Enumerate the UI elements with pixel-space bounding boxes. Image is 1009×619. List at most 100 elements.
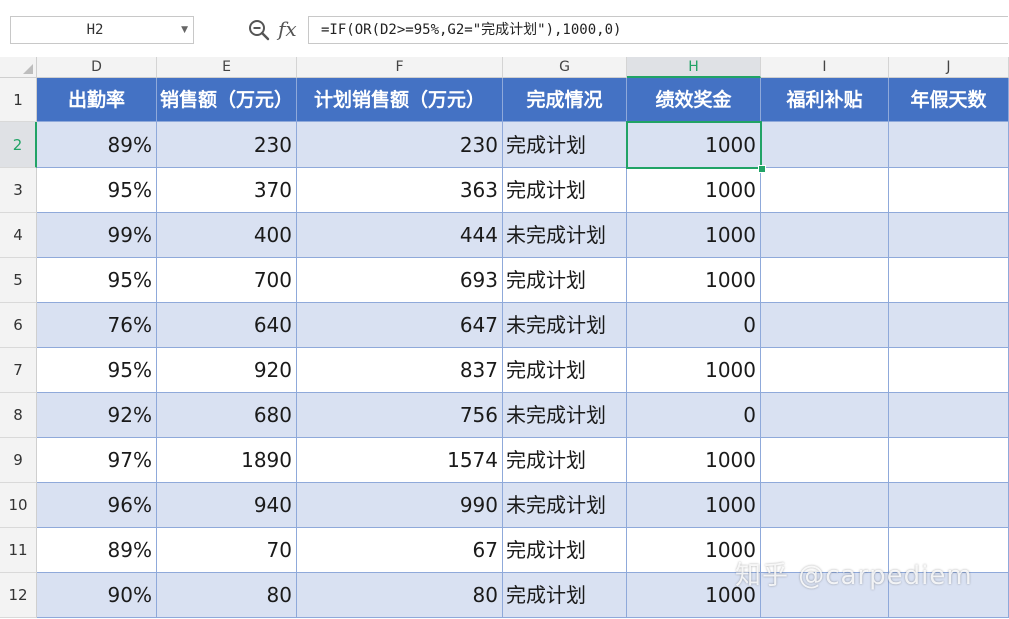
cell-i2[interactable]	[761, 122, 889, 168]
cell-d10[interactable]: 96%	[37, 483, 157, 528]
cell-f10[interactable]: 990	[297, 483, 503, 528]
cell-h7[interactable]: 1000	[627, 348, 761, 393]
cell-g3[interactable]: 完成计划	[503, 168, 627, 213]
cell-e9[interactable]: 1890	[157, 438, 297, 483]
cell-d4[interactable]: 99%	[37, 213, 157, 258]
cell-i4[interactable]	[761, 213, 889, 258]
name-box[interactable]: H2 ▼	[10, 16, 194, 44]
cell-d2[interactable]: 89%	[37, 122, 157, 168]
cell-d7[interactable]: 95%	[37, 348, 157, 393]
cell-f4[interactable]: 444	[297, 213, 503, 258]
cell-j3[interactable]	[889, 168, 1009, 213]
cell-i9[interactable]	[761, 438, 889, 483]
cell-e2[interactable]: 230	[157, 122, 297, 168]
cell-e12[interactable]: 80	[157, 573, 297, 618]
cell-e7[interactable]: 920	[157, 348, 297, 393]
cell-j9[interactable]	[889, 438, 1009, 483]
row-header-9[interactable]: 9	[0, 438, 37, 483]
cell-g11[interactable]: 完成计划	[503, 528, 627, 573]
column-header-g[interactable]: G	[503, 57, 627, 78]
cell-d9[interactable]: 97%	[37, 438, 157, 483]
cell-h5[interactable]: 1000	[627, 258, 761, 303]
cell-j4[interactable]	[889, 213, 1009, 258]
zoom-formula-icon[interactable]	[247, 18, 271, 42]
cell-f6[interactable]: 647	[297, 303, 503, 348]
header-cell-e[interactable]: 销售额（万元）	[157, 78, 297, 122]
header-cell-h[interactable]: 绩效奖金	[627, 78, 761, 122]
row-header-4[interactable]: 4	[0, 213, 37, 258]
cell-i5[interactable]	[761, 258, 889, 303]
cell-f5[interactable]: 693	[297, 258, 503, 303]
cell-f2[interactable]: 230	[297, 122, 503, 168]
cell-e4[interactable]: 400	[157, 213, 297, 258]
cell-g2[interactable]: 完成计划	[503, 122, 627, 168]
column-header-e[interactable]: E	[157, 57, 297, 78]
cell-d8[interactable]: 92%	[37, 393, 157, 438]
cell-j8[interactable]	[889, 393, 1009, 438]
row-header-3[interactable]: 3	[0, 168, 37, 213]
header-cell-j[interactable]: 年假天数	[889, 78, 1009, 122]
fx-icon[interactable]: fx	[278, 16, 297, 42]
cell-g8[interactable]: 未完成计划	[503, 393, 627, 438]
cell-f9[interactable]: 1574	[297, 438, 503, 483]
cell-e5[interactable]: 700	[157, 258, 297, 303]
cell-e6[interactable]: 640	[157, 303, 297, 348]
row-header-12[interactable]: 12	[0, 573, 37, 618]
cell-e8[interactable]: 680	[157, 393, 297, 438]
cell-g9[interactable]: 完成计划	[503, 438, 627, 483]
cell-j6[interactable]	[889, 303, 1009, 348]
fill-handle[interactable]	[758, 165, 766, 173]
cell-g7[interactable]: 完成计划	[503, 348, 627, 393]
row-header-1[interactable]: 1	[0, 78, 37, 122]
row-header-10[interactable]: 10	[0, 483, 37, 528]
cell-h4[interactable]: 1000	[627, 213, 761, 258]
row-header-7[interactable]: 7	[0, 348, 37, 393]
cell-h3[interactable]: 1000	[627, 168, 761, 213]
column-header-f[interactable]: F	[297, 57, 503, 78]
cell-g12[interactable]: 完成计划	[503, 573, 627, 618]
cell-d11[interactable]: 89%	[37, 528, 157, 573]
cell-h10[interactable]: 1000	[627, 483, 761, 528]
cell-d12[interactable]: 90%	[37, 573, 157, 618]
cell-j7[interactable]	[889, 348, 1009, 393]
cell-g5[interactable]: 完成计划	[503, 258, 627, 303]
column-header-i[interactable]: I	[761, 57, 889, 78]
cell-j5[interactable]	[889, 258, 1009, 303]
cell-i10[interactable]	[761, 483, 889, 528]
chevron-down-icon[interactable]: ▼	[181, 25, 188, 35]
cell-e11[interactable]: 70	[157, 528, 297, 573]
cell-g10[interactable]: 未完成计划	[503, 483, 627, 528]
row-header-11[interactable]: 11	[0, 528, 37, 573]
cell-h9[interactable]: 1000	[627, 438, 761, 483]
cell-d3[interactable]: 95%	[37, 168, 157, 213]
cell-h6[interactable]: 0	[627, 303, 761, 348]
cell-e10[interactable]: 940	[157, 483, 297, 528]
cell-i3[interactable]	[761, 168, 889, 213]
select-all-corner[interactable]	[0, 57, 37, 78]
cell-e3[interactable]: 370	[157, 168, 297, 213]
header-cell-f[interactable]: 计划销售额（万元）	[297, 78, 503, 122]
row-header-2[interactable]: 2	[0, 122, 37, 168]
cell-d6[interactable]: 76%	[37, 303, 157, 348]
cell-f3[interactable]: 363	[297, 168, 503, 213]
row-header-5[interactable]: 5	[0, 258, 37, 303]
cell-j10[interactable]	[889, 483, 1009, 528]
column-header-h[interactable]: H	[627, 57, 761, 78]
row-header-6[interactable]: 6	[0, 303, 37, 348]
cell-g6[interactable]: 未完成计划	[503, 303, 627, 348]
column-header-j[interactable]: J	[889, 57, 1009, 78]
cell-f8[interactable]: 756	[297, 393, 503, 438]
cell-h8[interactable]: 0	[627, 393, 761, 438]
header-cell-d[interactable]: 出勤率	[37, 78, 157, 122]
cell-i6[interactable]	[761, 303, 889, 348]
cell-f12[interactable]: 80	[297, 573, 503, 618]
cell-f7[interactable]: 837	[297, 348, 503, 393]
cell-j2[interactable]	[889, 122, 1009, 168]
row-header-8[interactable]: 8	[0, 393, 37, 438]
cell-g4[interactable]: 未完成计划	[503, 213, 627, 258]
cell-i8[interactable]	[761, 393, 889, 438]
header-cell-i[interactable]: 福利补贴	[761, 78, 889, 122]
cell-i7[interactable]	[761, 348, 889, 393]
column-header-d[interactable]: D	[37, 57, 157, 78]
cell-d5[interactable]: 95%	[37, 258, 157, 303]
